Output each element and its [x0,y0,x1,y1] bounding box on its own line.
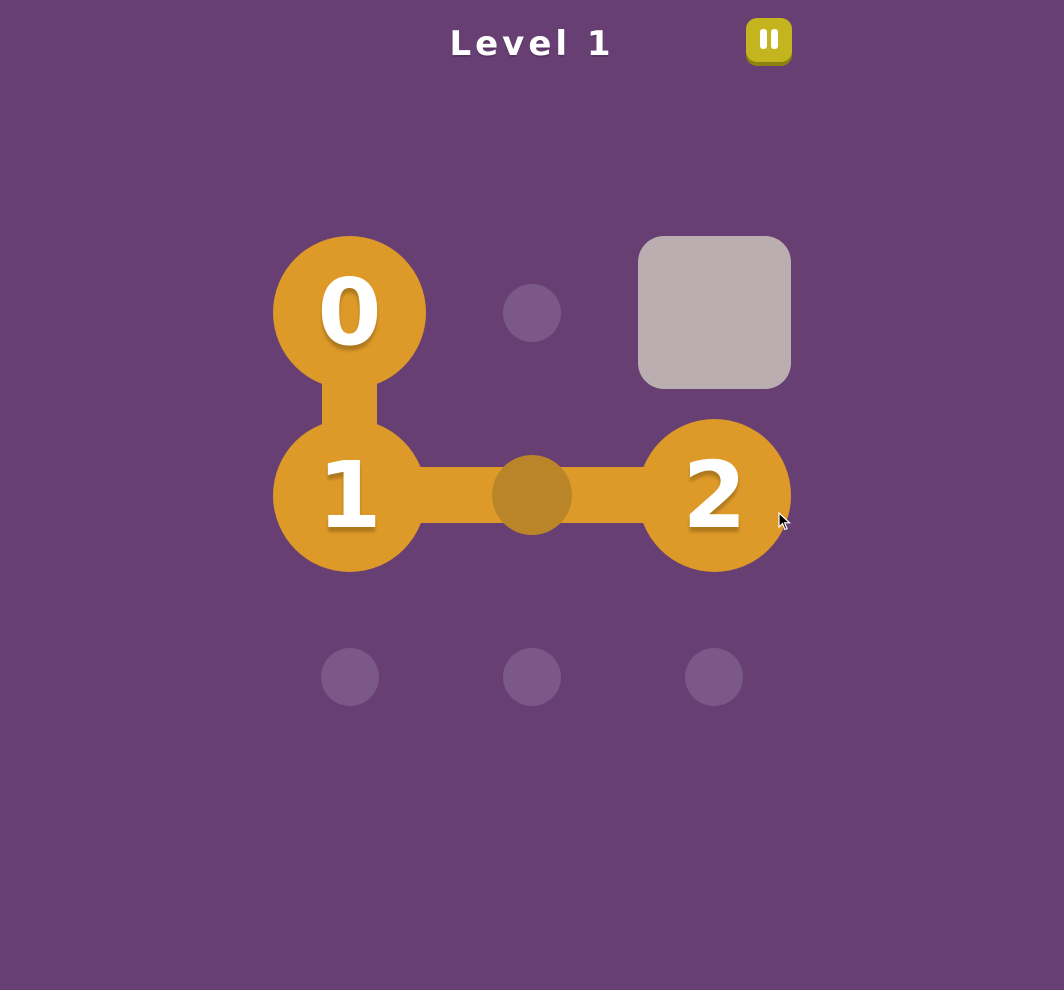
blocked-tile [638,236,791,389]
node-label: 0 [317,258,382,366]
number-node-1[interactable]: 1 [273,419,426,572]
mouse-cursor-icon [778,512,792,531]
game-screen: Level 1 0 1 2 [0,0,1064,990]
number-node-0[interactable]: 0 [273,236,426,389]
node-label: 2 [682,441,747,549]
empty-dot[interactable] [685,648,743,706]
pause-icon [771,29,778,49]
empty-dot[interactable] [503,284,561,342]
empty-dot[interactable] [503,648,561,706]
path-dot[interactable] [492,455,572,535]
empty-dot[interactable] [321,648,379,706]
level-title: Level 1 [449,24,615,64]
node-label: 1 [317,441,382,549]
pause-button[interactable] [746,18,792,62]
number-node-2[interactable]: 2 [638,419,791,572]
pause-icon [760,29,767,49]
